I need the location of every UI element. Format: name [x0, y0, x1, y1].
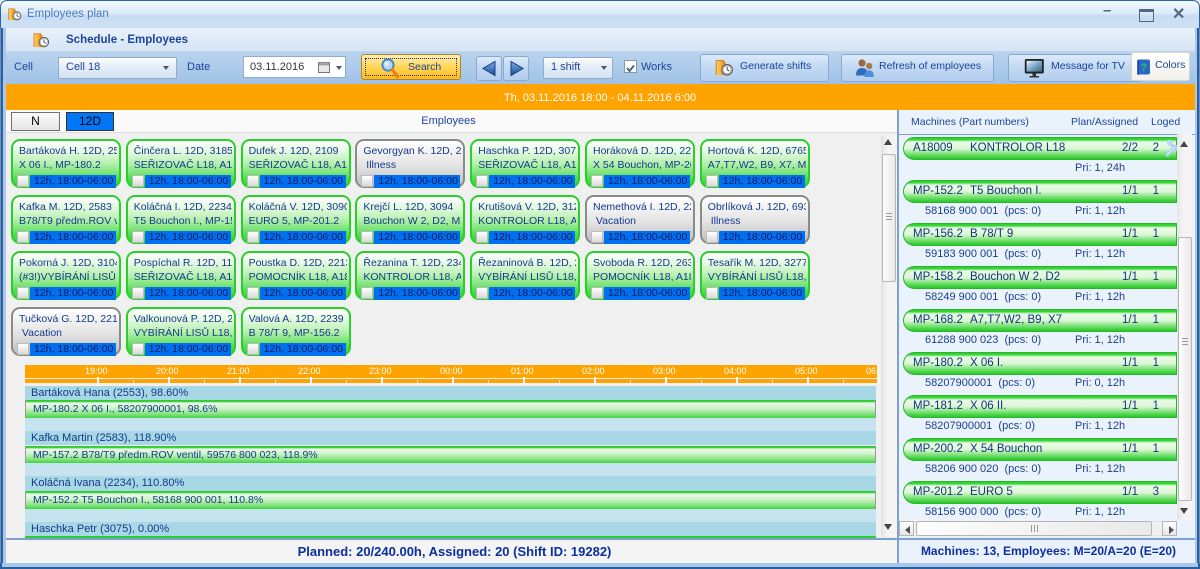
svg-text:?: ? — [1141, 62, 1148, 74]
